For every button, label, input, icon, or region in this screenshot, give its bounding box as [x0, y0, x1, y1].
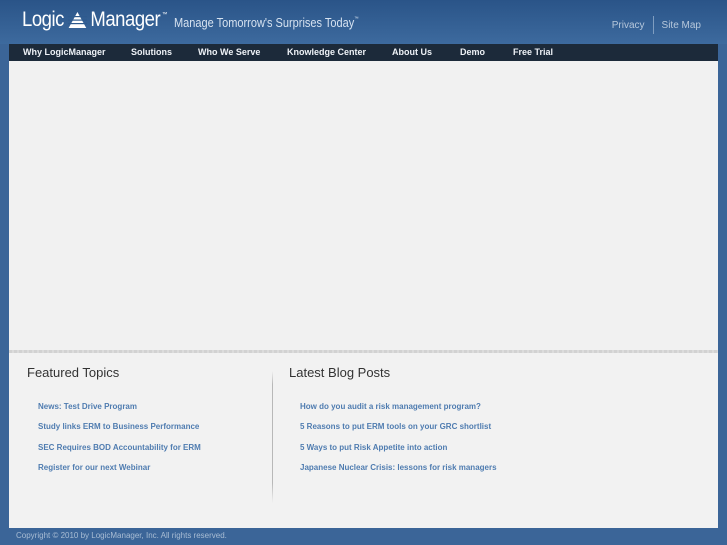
featured-link[interactable]: Study links ERM to Business Performance [38, 422, 199, 431]
column-divider [272, 371, 273, 503]
nav-about-us[interactable]: About Us [392, 47, 432, 57]
list-item: How do you audit a risk management progr… [300, 396, 497, 416]
blog-link[interactable]: Japanese Nuclear Crisis: lessons for ris… [300, 463, 497, 472]
nav-solutions[interactable]: Solutions [131, 47, 172, 57]
list-item: Japanese Nuclear Crisis: lessons for ris… [300, 457, 497, 477]
section-divider [9, 350, 718, 353]
nav-who-we-serve[interactable]: Who We Serve [198, 47, 260, 57]
list-item: 5 Ways to put Risk Appetite into action [300, 437, 497, 457]
tagline: Manage Tomorrow's Surprises Today™ [174, 16, 359, 30]
list-item: 5 Reasons to put ERM tools on your GRC s… [300, 416, 497, 436]
logo-text-manager: Manager [90, 8, 161, 31]
tagline-trademark: ™ [354, 16, 359, 22]
privacy-link[interactable]: Privacy [612, 20, 645, 31]
list-item: SEC Requires BOD Accountability for ERM [38, 437, 201, 457]
featured-link[interactable]: Register for our next Webinar [38, 463, 150, 472]
hero-area [9, 61, 718, 350]
tagline-text: Manage Tomorrow's Surprises Today [174, 16, 355, 30]
list-item: News: Test Drive Program [38, 396, 201, 416]
blog-link[interactable]: How do you audit a risk management progr… [300, 402, 481, 411]
logo[interactable]: Logic Manager ™ [22, 8, 167, 32]
logo-trademark: ™ [162, 12, 167, 18]
main-nav: Why LogicManager Solutions Who We Serve … [9, 44, 718, 61]
main-content: Featured Topics News: Test Drive Program… [9, 61, 718, 528]
featured-link[interactable]: News: Test Drive Program [38, 402, 137, 411]
nav-why-logicmanager[interactable]: Why LogicManager [23, 47, 106, 57]
logo-text-logic: Logic [22, 8, 64, 31]
footer-copyright: Copyright © 2010 by LogicManager, Inc. A… [16, 531, 227, 540]
nav-demo[interactable]: Demo [460, 47, 485, 57]
featured-topics-list: News: Test Drive Program Study links ERM… [38, 396, 201, 478]
list-item: Register for our next Webinar [38, 457, 201, 477]
blog-link[interactable]: 5 Reasons to put ERM tools on your GRC s… [300, 422, 491, 431]
blog-link[interactable]: 5 Ways to put Risk Appetite into action [300, 443, 447, 452]
utility-links: Privacy Site Map [612, 16, 701, 34]
nav-knowledge-center[interactable]: Knowledge Center [287, 47, 366, 57]
site-header: Logic Manager ™ Manage Tomorrow's Surpri… [0, 0, 727, 44]
featured-link[interactable]: SEC Requires BOD Accountability for ERM [38, 443, 201, 452]
pyramid-icon [67, 11, 87, 29]
nav-free-trial[interactable]: Free Trial [513, 47, 553, 57]
latest-blog-posts-title: Latest Blog Posts [289, 365, 391, 380]
blog-posts-list: How do you audit a risk management progr… [300, 396, 497, 478]
site-map-link[interactable]: Site Map [662, 20, 701, 31]
list-item: Study links ERM to Business Performance [38, 416, 201, 436]
utility-divider [652, 16, 654, 34]
featured-topics-title: Featured Topics [27, 365, 120, 380]
